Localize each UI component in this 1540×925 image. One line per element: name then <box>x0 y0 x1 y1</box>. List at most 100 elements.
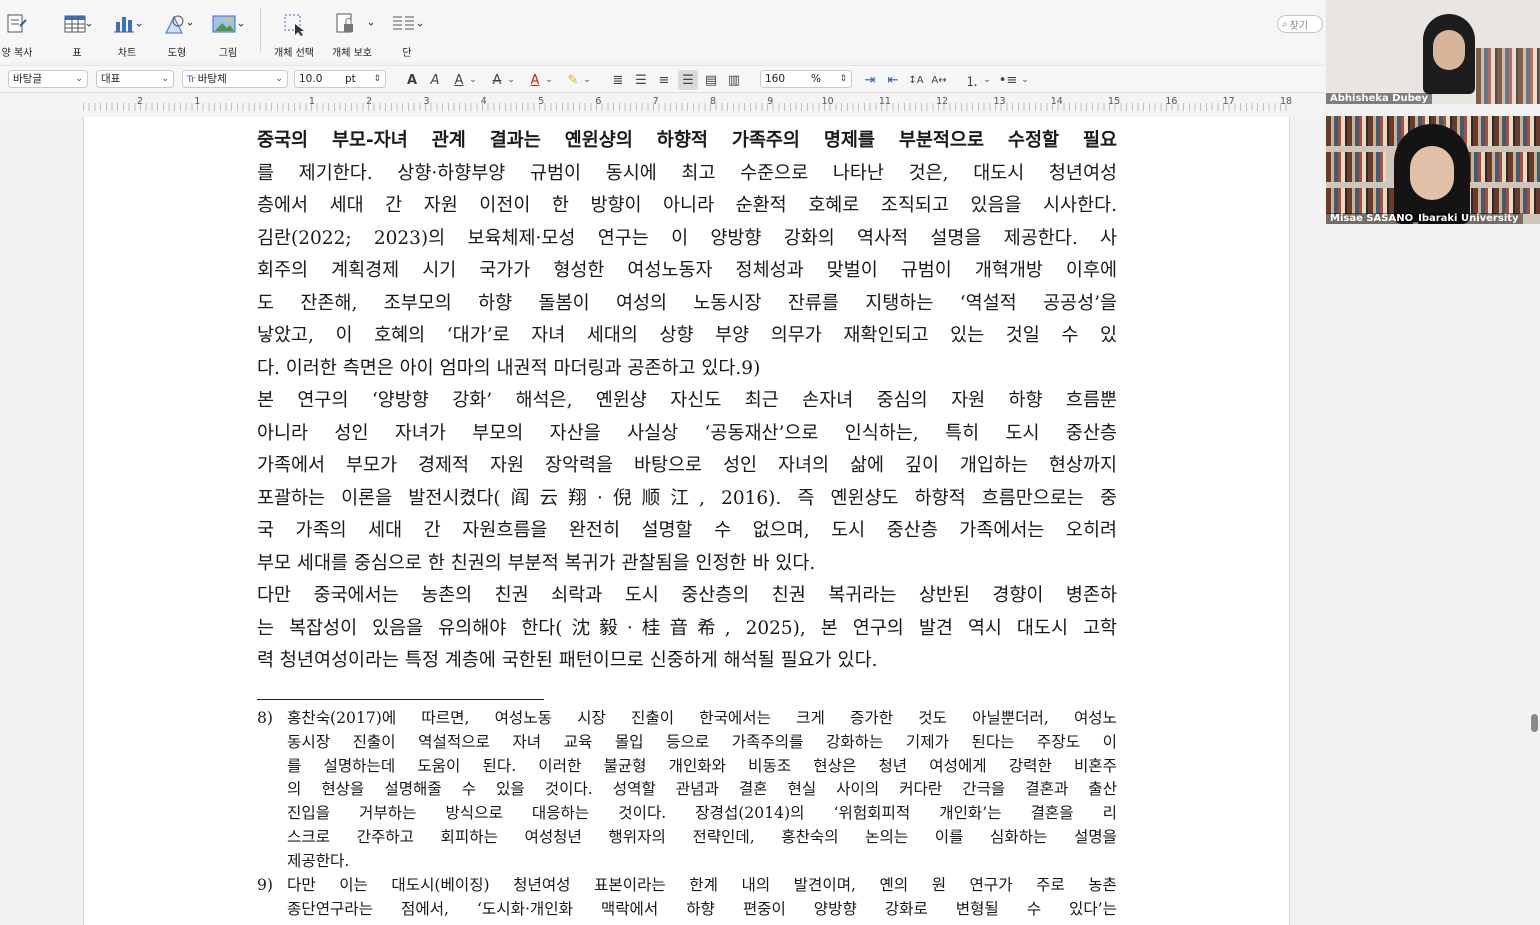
text-line: 를 제기한다. 상향·하향부양 규범이 동시에 최고 수준으로 나타난 것은, … <box>257 162 1117 184</box>
font-type-icon: Tr <box>187 75 198 85</box>
object-protect-button[interactable]: 개체 보호 <box>330 10 374 59</box>
char-spacing-button[interactable]: A↔ <box>929 70 949 90</box>
table-button[interactable]: 표 <box>62 10 92 59</box>
stepper-icon[interactable]: ⇕ <box>839 71 847 87</box>
font-color-options-icon[interactable]: ⌄ <box>543 70 555 90</box>
ruler-number: 18 <box>1279 96 1293 107</box>
horizontal-ruler[interactable]: 2 1 1 2 3 4 5 6 7 8 9 10 11 12 13 14 15 16 17 18 <box>0 93 1325 117</box>
bullet-list-button[interactable]: •≡ <box>998 70 1018 90</box>
zoom-value: 160 <box>765 73 786 85</box>
font-select[interactable]: Tr 바탕체 ⌄ <box>182 70 288 88</box>
object-select-label: 개체 선택 <box>274 48 314 59</box>
text-line: 력 청년여성이라는 특정 계층에 국한된 패턴이므로 신중하게 해석될 필요가 … <box>257 650 878 671</box>
document-page[interactable]: 중국의 부모-자녀 관계 결과는 옌윈샹의 하향적 가족주의 명제를 부분적으로… <box>83 117 1290 925</box>
bold-button[interactable]: A <box>402 70 422 90</box>
ruler-number: 5 <box>538 96 545 107</box>
font-color-button[interactable]: A <box>525 70 545 90</box>
footnote-number <box>257 826 287 850</box>
footnote-line: 종단연구라는 점에서, ‘도시화·개인화 맥락에서 하향 편중이 양방향 강화로… <box>257 898 1117 922</box>
participant-face <box>1433 30 1465 70</box>
video-tile-1[interactable]: Abhisheka Dubey <box>1326 0 1540 104</box>
chevron-down-icon: ⌄ <box>275 74 283 84</box>
text-line: 회주의 계획경제 시기 국가가 형성한 여성노동자 정체성과 맞벌이 규범이 개… <box>257 260 1117 281</box>
text-line: 아니라 성인 자녀가 부모의 자산을 사실상 ‘공동재산’으로 인식하는, 특히… <box>257 422 1117 444</box>
footnote-text: 동시장 진출이 역설적으로 자녀 교육 몰입 등으로 가족주의를 강화하는 기제… <box>287 732 1117 751</box>
table-label: 표 <box>72 48 82 59</box>
footnote-8: 8) 홍찬숙(2017)에 따르면, 여성노동 시장 진출이 한국에서는 크게 증… <box>257 707 1117 874</box>
ruler-number: 12 <box>936 96 949 107</box>
line-spacing-button[interactable]: ↕A <box>906 70 926 90</box>
video-tile-2[interactable]: Misae SASANO_Ibaraki University <box>1326 116 1540 224</box>
footnote-text: 홍찬숙(2017)에 따르면, 여성노동 시장 진출이 한국에서는 크게 증가한… <box>287 709 1117 727</box>
format-painter-icon <box>5 10 29 38</box>
participant-name-label: Abhisheka Dubey <box>1326 93 1433 104</box>
numbered-list-button[interactable]: ⒈ <box>962 70 982 90</box>
font-size-unit: pt <box>345 73 356 85</box>
shape-label: 도형 <box>167 48 187 59</box>
search-icon: ⌕ <box>1282 18 1288 30</box>
picture-icon <box>210 10 246 38</box>
footnote-line: 동시장 진출이 역설적으로 자녀 교육 몰입 등으로 가족주의를 강화하는 기제… <box>257 731 1117 755</box>
zoom-field[interactable]: 160% ⇕ <box>760 70 852 88</box>
object-select-button[interactable]: 개체 선택 <box>272 10 316 59</box>
picture-button[interactable]: 그림 <box>210 10 246 59</box>
participant-face <box>1410 146 1454 200</box>
chart-button[interactable]: 차트 <box>112 10 142 59</box>
justify-button[interactable]: ≣ <box>608 70 628 90</box>
text-line: 도 잔존해, 조부모의 하향 돌봄이 여성의 노동시장 잔류를 지탱하는 ‘역설… <box>257 292 1117 314</box>
footnote-line: 의 현상을 설명해줄 수 있을 것이다. 성역할 관념과 결혼 현실 사이의 커… <box>257 778 1117 802</box>
divide-button[interactable]: ▥ <box>724 70 744 90</box>
align-left-button[interactable]: ☰ <box>631 70 651 90</box>
footnote-number <box>257 850 287 874</box>
text-line: 가족에서 부모가 경제적 자원 장악력을 바탕으로 성인 자녀의 삶에 깊이 개… <box>257 455 1117 476</box>
underline-options-icon[interactable]: ⌄ <box>467 70 479 90</box>
strikethrough-options-icon[interactable]: ⌄ <box>505 70 517 90</box>
ruler-number: 3 <box>423 96 430 107</box>
ruler-number: 2 <box>366 96 373 107</box>
text-line: 는 복잡성이 있음을 유의해야 한다(沈毅·桂音希, 2025), 본 연구의 … <box>257 617 1117 639</box>
language-select[interactable]: 대표 ⌄ <box>96 70 174 88</box>
text-line: 층에서 세대 간 자원 이전이 한 방향이 아니라 순환적 호혜로 조직되고 있… <box>257 195 1117 216</box>
shape-button[interactable]: 도형 <box>160 10 194 59</box>
bullet-list-options-icon[interactable]: ⌄ <box>1019 70 1031 90</box>
chart-label: 차트 <box>117 48 137 59</box>
footnote-9: 9) 다만 이는 대도시(베이징) 청년여성 표본이라는 한계 내의 발견이며, … <box>257 874 1117 922</box>
bookshelf-background <box>1326 152 1386 182</box>
object-protect-icon <box>327 10 377 38</box>
text-line: 본 연구의 ‘양방향 강화’ 해석은, 옌윈샹 자신도 최근 손자녀 중심의 자… <box>257 390 1117 411</box>
distribute-button[interactable]: ▤ <box>701 70 721 90</box>
stepper-icon[interactable]: ⇕ <box>373 71 381 87</box>
ruler-number: 11 <box>878 96 891 107</box>
footnote-text: 의 현상을 설명해줄 수 있을 것이다. 성역할 관념과 결혼 현실 사이의 커… <box>287 780 1117 799</box>
columns-label: 단 <box>402 48 412 59</box>
format-copy-button[interactable]: 양 복사 <box>0 10 34 59</box>
italic-button[interactable]: A <box>425 70 445 90</box>
object-protect-label: 개체 보호 <box>332 48 372 59</box>
columns-button[interactable]: 단 <box>392 10 423 59</box>
chart-icon <box>111 10 143 38</box>
strikethrough-button[interactable]: A <box>487 70 507 90</box>
object-select-icon <box>281 10 307 38</box>
underline-button[interactable]: A <box>449 70 469 90</box>
ruler-number: 7 <box>652 96 659 107</box>
highlight-options-icon[interactable]: ⌄ <box>581 70 593 90</box>
indent-decrease-button[interactable]: ⇤ <box>883 70 903 90</box>
text-line: 김란(2022; 2023)의 보육체제·모성 연구는 이 양방향 강화의 역사… <box>257 227 1117 249</box>
ruler-number: 10 <box>821 96 834 107</box>
highlight-button[interactable]: ✎ <box>563 70 583 90</box>
find-box[interactable]: ⌕ 찾기 <box>1277 15 1323 33</box>
shape-icon <box>160 10 194 38</box>
numbered-list-options-icon[interactable]: ⌄ <box>981 70 993 90</box>
ribbon-toolbar: 양 복사 표 차트 도형 그림 개체 선택 개체 보호 단 ⌕ 찾기 <box>0 0 1325 62</box>
align-right-button[interactable]: ☰ <box>678 70 698 90</box>
footnote-number <box>257 898 287 922</box>
style-select[interactable]: 바탕글 ⌄ <box>8 70 88 88</box>
footnote-separator <box>257 699 544 700</box>
scrollbar-thumb[interactable] <box>1531 714 1538 732</box>
footnote-number: 8) <box>257 709 274 727</box>
font-size-field[interactable]: 10.0 pt ⇕ <box>294 70 386 88</box>
footnote-text: 제공한다. <box>287 851 350 870</box>
indent-increase-button[interactable]: ⇥ <box>860 70 880 90</box>
align-center-button[interactable]: ≡ <box>654 70 674 90</box>
chevron-down-icon: ⌄ <box>75 74 83 84</box>
